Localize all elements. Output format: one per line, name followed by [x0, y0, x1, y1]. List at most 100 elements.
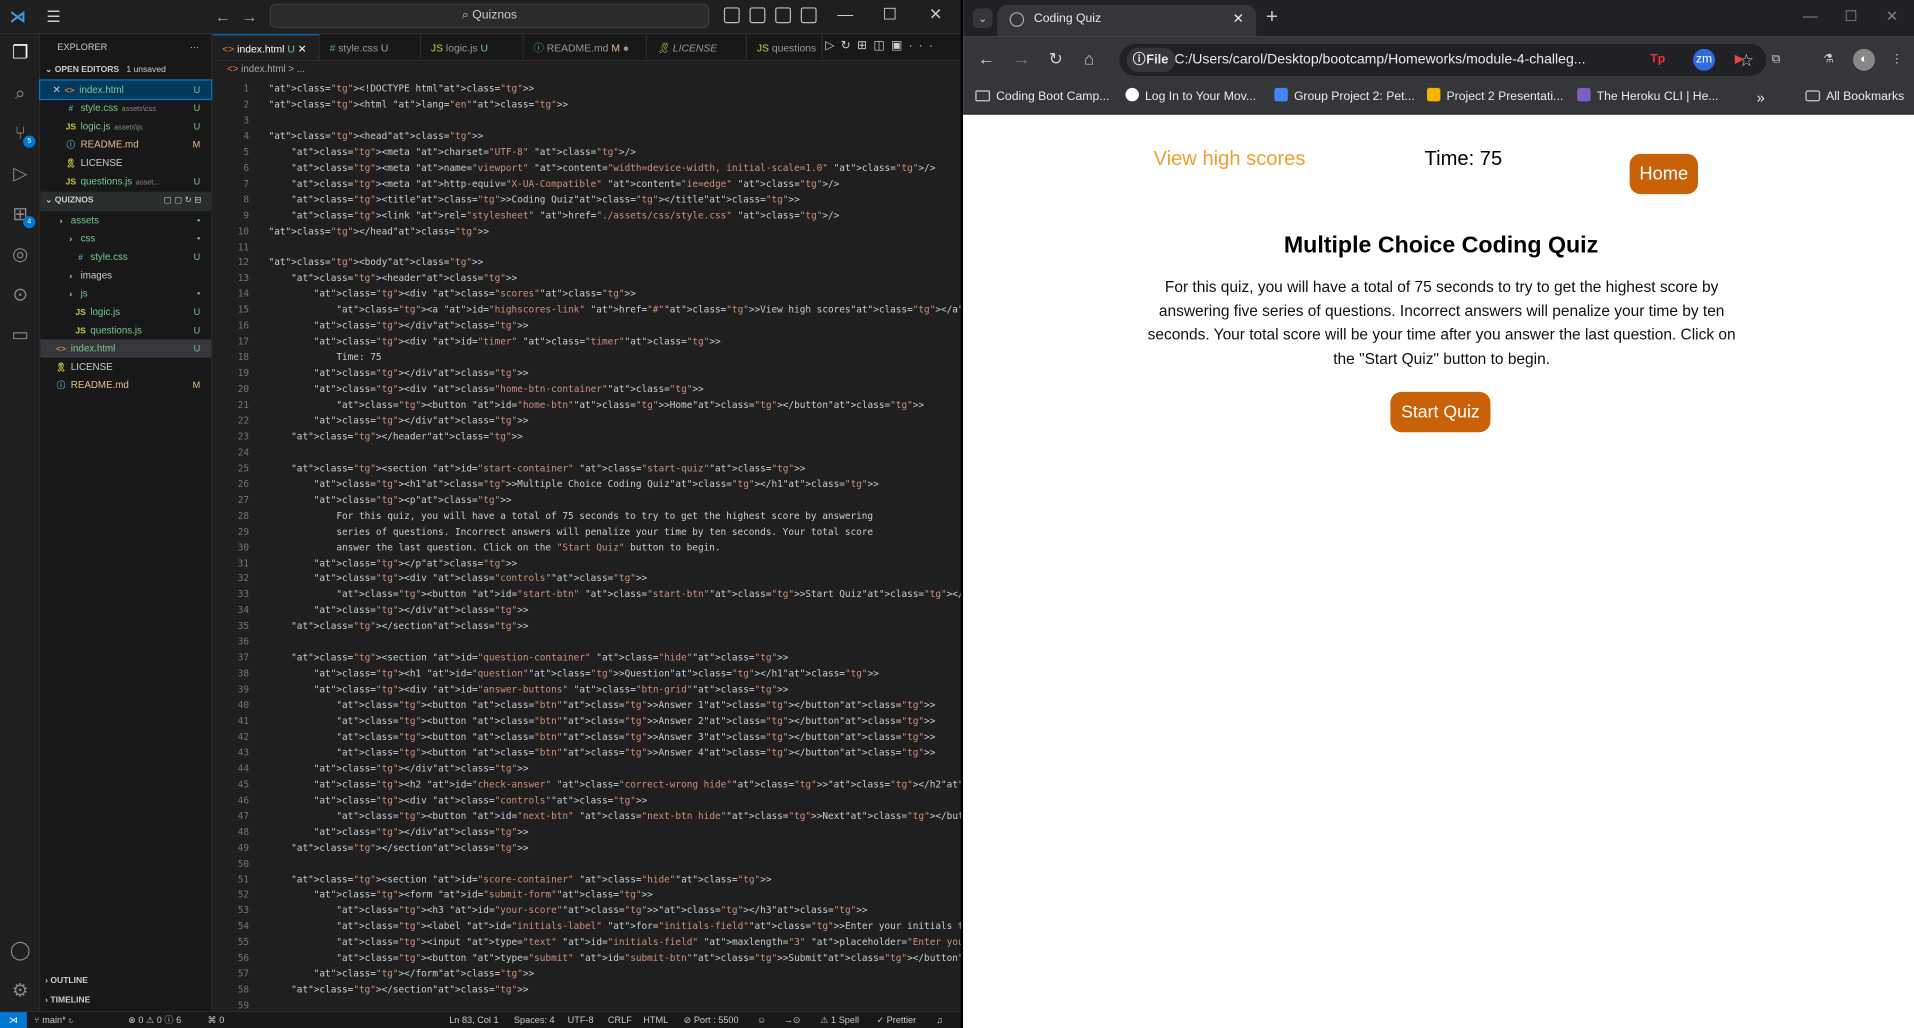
- cursor-position[interactable]: Ln 83, Col 1: [449, 1012, 498, 1028]
- extensions-icon[interactable]: ⊞ 4: [9, 203, 36, 229]
- explorer-icon[interactable]: ❐: [9, 42, 32, 65]
- code-line: "at">class="tg"><meta "at">http-equiv="X…: [291, 177, 840, 189]
- search-icon[interactable]: ⌕: [9, 82, 32, 105]
- encoding-status[interactable]: UTF-8: [568, 1012, 594, 1028]
- tab-coding-quiz[interactable]: Coding Quiz ✕: [997, 4, 1257, 37]
- home-button[interactable]: Home: [1629, 153, 1698, 195]
- tab-search-icon[interactable]: ⌄: [972, 8, 993, 29]
- file-tree-item[interactable]: ⓘ README.md M: [40, 377, 211, 395]
- close-tab-icon[interactable]: ✕: [1233, 5, 1244, 34]
- bookmark-item[interactable]: Log In to Your Mov...: [1125, 83, 1256, 112]
- go-live-icon[interactable]: →⊙: [784, 1012, 801, 1028]
- toggle-sidebar-icon[interactable]: [723, 7, 740, 24]
- open-editor-item[interactable]: JS logic.js assets\js U: [40, 117, 211, 135]
- back-arrow-icon[interactable]: ←: [215, 7, 231, 25]
- tab-style-css[interactable]: # style.css U: [320, 34, 422, 60]
- reload-icon[interactable]: ↻: [1049, 49, 1063, 70]
- chrome-menu-icon[interactable]: ⋮: [1886, 49, 1908, 71]
- minimize-icon[interactable]: —: [837, 5, 853, 23]
- toggle-secondary-sidebar-icon[interactable]: [775, 7, 792, 24]
- extensions-puzzle-icon[interactable]: ⧉: [1765, 49, 1787, 71]
- start-quiz-button[interactable]: Start Quiz: [1390, 391, 1491, 433]
- notifications-icon[interactable]: ♫: [936, 1012, 943, 1028]
- new-tab-icon[interactable]: +: [1266, 5, 1278, 29]
- more-bookmarks-icon[interactable]: »: [1757, 83, 1765, 112]
- extension-record-icon[interactable]: ▶: [1729, 49, 1751, 71]
- outline-section[interactable]: › OUTLINE: [40, 972, 212, 992]
- maximize-icon[interactable]: ☐: [883, 5, 897, 25]
- forward-arrow-icon[interactable]: →: [242, 7, 258, 25]
- github-icon[interactable]: ◎: [9, 243, 32, 266]
- timeline-section[interactable]: › TIMELINE: [40, 991, 212, 1011]
- line-number: 48: [237, 826, 250, 838]
- open-editors-section[interactable]: ⌄ OPEN EDITORS 1 unsaved: [40, 61, 211, 81]
- file-tree-item[interactable]: › images: [40, 266, 211, 284]
- site-info-chip[interactable]: ⓘ File: [1126, 47, 1176, 73]
- address-bar[interactable]: ⓘ File C:/Users/carol/Desktop/bootcamp/Ho…: [1119, 43, 1767, 76]
- close-icon[interactable]: ✕: [1886, 7, 1898, 24]
- home-icon[interactable]: ⌂: [1084, 49, 1094, 69]
- ports-status[interactable]: ⌘ 0: [208, 1012, 225, 1028]
- chat-icon[interactable]: ▭: [9, 324, 32, 347]
- prettier-status[interactable]: ✓ Prettier: [876, 1012, 916, 1028]
- close-icon[interactable]: ✕: [929, 5, 942, 25]
- live-server-status[interactable]: ⊘ Port : 5500: [684, 1012, 739, 1028]
- more-icon[interactable]: ···: [190, 34, 199, 61]
- open-editor-item[interactable]: ✕ <> index.html U: [39, 79, 213, 101]
- extension-tp-icon[interactable]: Tp: [1647, 49, 1669, 71]
- tab-license[interactable]: 🎗 LICENSE: [647, 34, 748, 60]
- file-tree-item[interactable]: › css •: [40, 229, 211, 247]
- tab-readme-md[interactable]: ⓘ README.md M ●: [524, 34, 647, 60]
- copilot-icon[interactable]: ☺: [757, 1012, 766, 1028]
- eol-status[interactable]: CRLF: [608, 1012, 632, 1028]
- language-status[interactable]: HTML: [643, 1012, 668, 1028]
- bookmark-item[interactable]: The Heroku CLI | He...: [1577, 83, 1719, 112]
- tab-logic-js[interactable]: JS logic.js U: [421, 34, 524, 60]
- menu-icon[interactable]: ☰: [46, 8, 63, 26]
- bookmark-item[interactable]: Project 2 Presentati...: [1426, 83, 1563, 112]
- highscores-link[interactable]: View high scores: [1154, 148, 1306, 171]
- bookmark-item[interactable]: Group Project 2: Pet...: [1274, 83, 1415, 112]
- command-search[interactable]: ⌕ Quiznos: [269, 3, 710, 29]
- indent-status[interactable]: Spaces: 4: [514, 1012, 555, 1028]
- tab-questions-js[interactable]: JS questions: [747, 34, 823, 60]
- remote-icon[interactable]: ⋊: [0, 1012, 27, 1028]
- problems-status[interactable]: ⊗ 0 ⚠ 0 ⓘ 6: [128, 1012, 181, 1028]
- file-tree-item[interactable]: JS questions.js U: [40, 321, 211, 339]
- customize-layout-icon[interactable]: [800, 7, 817, 24]
- file-tree-item[interactable]: › js •: [40, 284, 211, 302]
- open-editor-item[interactable]: ⓘ README.md M: [40, 136, 211, 154]
- run-debug-icon[interactable]: ▷: [9, 162, 32, 185]
- file-tree-item[interactable]: # style.css U: [40, 248, 211, 266]
- remote-explorer-icon[interactable]: ⊙: [9, 283, 32, 306]
- toggle-panel-icon[interactable]: [749, 7, 766, 24]
- all-bookmarks[interactable]: All Bookmarks: [1805, 83, 1904, 112]
- open-editor-item[interactable]: 🎗 LICENSE: [40, 154, 211, 172]
- profile-avatar[interactable]: ◐: [1853, 48, 1875, 71]
- bookmark-item[interactable]: Coding Boot Camp...: [975, 83, 1109, 112]
- minimize-icon[interactable]: —: [1803, 7, 1818, 24]
- file-tree-item[interactable]: 🎗 LICENSE: [40, 358, 211, 376]
- line-number: 58: [237, 984, 250, 996]
- branch-status[interactable]: ⑂ main* ↻: [34, 1012, 74, 1028]
- explorer-actions-icon[interactable]: ▢▢↻⊟: [164, 191, 204, 211]
- account-icon[interactable]: ◯: [9, 939, 32, 962]
- back-arrow-icon[interactable]: ←: [978, 49, 995, 69]
- code-line: "at">class="tg"><div "at">id="answer-but…: [313, 683, 789, 695]
- extension-zoom-icon[interactable]: zm: [1693, 48, 1716, 71]
- editor-actions-icon[interactable]: ▷↻⊞◫▣···: [825, 39, 939, 52]
- tab-index-html[interactable]: <> index.html U ✕: [212, 34, 320, 60]
- maximize-icon[interactable]: ☐: [1844, 7, 1857, 24]
- project-section[interactable]: ⌄ QUIZNOS ▢▢↻⊟: [40, 191, 212, 211]
- file-tree-item[interactable]: JS logic.js U: [40, 303, 211, 321]
- labs-flask-icon[interactable]: ⚗: [1818, 49, 1840, 71]
- spell-status[interactable]: ⚠ 1 Spell: [820, 1012, 859, 1028]
- file-tree-item[interactable]: › assets •: [40, 211, 211, 229]
- breadcrumb[interactable]: <> index.html > ...: [212, 61, 960, 78]
- source-control-icon[interactable]: ⑂ 5: [9, 122, 36, 148]
- gear-icon[interactable]: ⚙: [9, 979, 32, 1002]
- open-editor-item[interactable]: # style.css assets\css U: [40, 99, 211, 117]
- file-tree-item[interactable]: <> index.html U: [40, 339, 212, 359]
- open-editor-item[interactable]: JS questions.js asset... U: [40, 173, 211, 191]
- forward-arrow-icon[interactable]: →: [1013, 49, 1030, 69]
